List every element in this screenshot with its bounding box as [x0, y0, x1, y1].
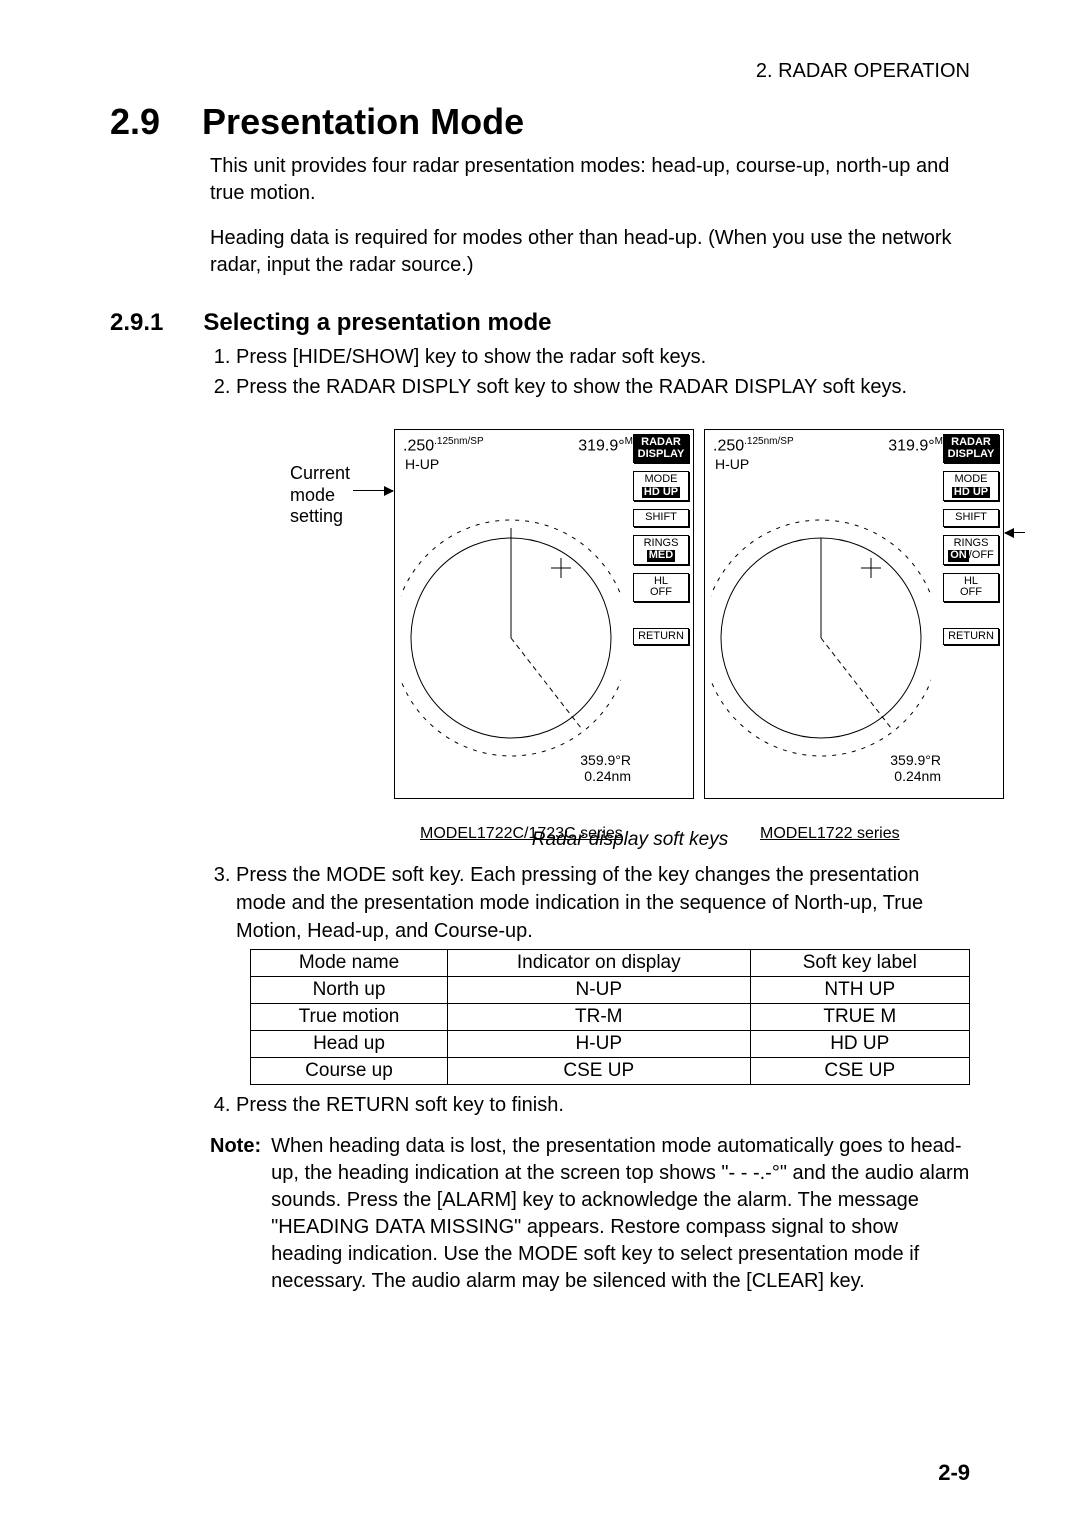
- bearing-block: 359.9°R 0.24nm: [890, 753, 941, 784]
- softkey-rings[interactable]: RINGS ON/OFF: [943, 535, 999, 565]
- heading-readout: 319.9°M: [578, 436, 633, 455]
- table-row: True motion TR-M TRUE M: [251, 1004, 970, 1031]
- table-row: North up N-UP NTH UP: [251, 977, 970, 1004]
- softkey-radar-display[interactable]: RADAR DISPLAY: [633, 434, 689, 463]
- arrow-icon: [1005, 532, 1025, 533]
- cell: NTH UP: [750, 977, 969, 1004]
- section-title: Presentation Mode: [202, 101, 524, 143]
- radar-sweep-icon: [711, 468, 931, 788]
- softkey-mode[interactable]: MODE HD UP: [943, 471, 999, 501]
- softkey-shift[interactable]: SHIFT: [633, 509, 689, 527]
- softkey-mode[interactable]: MODE HD UP: [633, 471, 689, 501]
- radar-panel-1722: .250.125nm/SP 319.9°M H-UP: [704, 429, 1004, 799]
- range-readout: .250.125nm/SP: [403, 436, 484, 455]
- softkey-rings[interactable]: RINGS MED: [633, 535, 689, 565]
- cell: CSE UP: [448, 1058, 751, 1085]
- step-3: Press the MODE soft key. Each pressing o…: [236, 861, 970, 945]
- step-1: Press [HIDE/SHOW] key to show the radar …: [236, 343, 970, 371]
- cell: CSE UP: [750, 1058, 969, 1085]
- cell: TR-M: [448, 1004, 751, 1031]
- cell: Head up: [251, 1031, 448, 1058]
- step-2: Press the RADAR DISPLY soft key to show …: [236, 373, 970, 401]
- softkey-shift[interactable]: SHIFT: [943, 509, 999, 527]
- steps-list-bottom: Press the MODE soft key. Each pressing o…: [210, 861, 970, 945]
- cell: N-UP: [448, 977, 751, 1004]
- note-block: Note: When heading data is lost, the pre…: [210, 1133, 970, 1295]
- note-label: Note:: [210, 1133, 261, 1295]
- heading-readout: 319.9°M: [888, 436, 943, 455]
- subsection-title: Selecting a presentation mode: [203, 309, 551, 337]
- softkey-column: RADAR DISPLAY MODE HD UP SHIFT RINGS ON/…: [943, 434, 999, 645]
- section-heading: 2.9 Presentation Mode: [110, 101, 970, 143]
- softkey-radar-display[interactable]: RADAR DISPLAY: [943, 434, 999, 463]
- cell: HD UP: [750, 1031, 969, 1058]
- table-header: Mode name: [251, 950, 448, 977]
- cell: North up: [251, 977, 448, 1004]
- range-readout: .250.125nm/SP: [713, 436, 794, 455]
- running-head: 2. RADAR OPERATION: [110, 60, 970, 83]
- cell: TRUE M: [750, 1004, 969, 1031]
- table-header: Indicator on display: [448, 950, 751, 977]
- note-body: When heading data is lost, the presentat…: [271, 1133, 970, 1295]
- steps-list-four: Press the RETURN soft key to finish.: [210, 1091, 970, 1119]
- cell: Course up: [251, 1058, 448, 1085]
- section-number: 2.9: [110, 101, 160, 143]
- table-header-row: Mode name Indicator on display Soft key …: [251, 950, 970, 977]
- bearing-block: 359.9°R 0.24nm: [580, 753, 631, 784]
- cell: H-UP: [448, 1031, 751, 1058]
- softkey-column: RADAR DISPLAY MODE HD UP SHIFT RINGS MED…: [633, 434, 689, 645]
- step-4: Press the RETURN soft key to finish.: [236, 1091, 970, 1119]
- current-mode-setting-label: Current mode setting: [290, 463, 350, 528]
- radar-panel-1722c: .250.125nm/SP 319.9°M H-UP: [394, 429, 694, 799]
- radar-diagram: Current mode setting .250.125nm/SP 319.9…: [290, 415, 970, 855]
- intro-paragraph-2: Heading data is required for modes other…: [210, 225, 970, 279]
- page-number: 2-9: [938, 1460, 970, 1486]
- softkey-hl[interactable]: HL OFF: [943, 573, 999, 602]
- radar-sweep-icon: [401, 468, 621, 788]
- table-row: Course up CSE UP CSE UP: [251, 1058, 970, 1085]
- softkey-return[interactable]: RETURN: [943, 628, 999, 646]
- table-row: Head up H-UP HD UP: [251, 1031, 970, 1058]
- table-header: Soft key label: [750, 950, 969, 977]
- subsection-heading: 2.9.1 Selecting a presentation mode: [110, 309, 970, 337]
- intro-paragraph-1: This unit provides four radar presentati…: [210, 153, 970, 207]
- softkey-return[interactable]: RETURN: [633, 628, 689, 646]
- cell: True motion: [251, 1004, 448, 1031]
- mode-table: Mode name Indicator on display Soft key …: [250, 949, 970, 1085]
- subsection-number: 2.9.1: [110, 309, 163, 337]
- steps-list-top: Press [HIDE/SHOW] key to show the radar …: [210, 343, 970, 401]
- diagram-caption: Radar display soft keys: [290, 829, 970, 851]
- arrow-icon: [353, 490, 393, 491]
- softkey-hl[interactable]: HL OFF: [633, 573, 689, 602]
